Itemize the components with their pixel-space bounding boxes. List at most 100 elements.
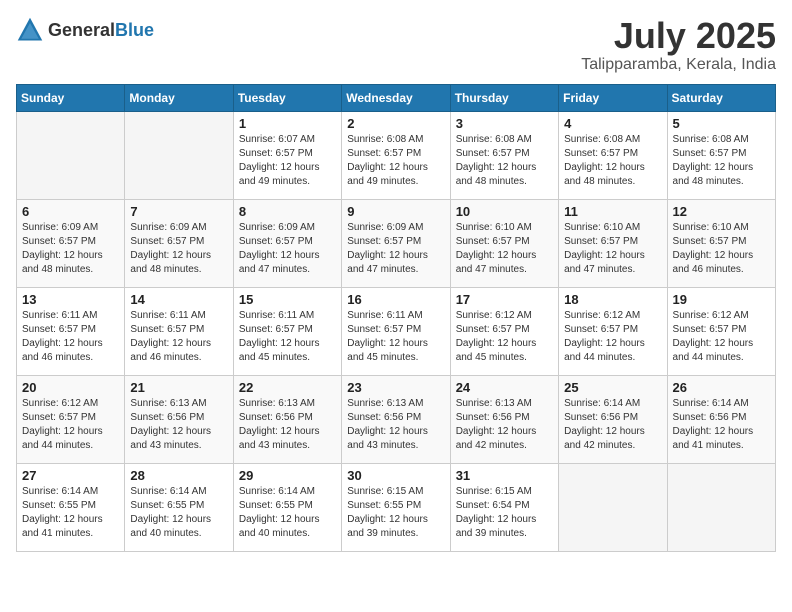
calendar-cell: 8 Sunrise: 6:09 AM Sunset: 6:57 PM Daylig…	[233, 199, 341, 287]
calendar-cell: 29Sunrise: 6:14 AM Sunset: 6:55 PM Dayli…	[233, 463, 341, 551]
calendar-week-row: 27 Sunrise: 6:14 AM Sunset: 6:55 PM Dayli…	[17, 463, 776, 551]
calendar-cell: 15Sunrise: 6:11 AM Sunset: 6:57 PM Dayli…	[233, 287, 341, 375]
day-number: 13	[22, 292, 119, 307]
cell-info: Sunrise: 6:13 AM Sunset: 6:56 PM Dayligh…	[347, 397, 444, 453]
calendar-week-row: 13 Sunrise: 6:11 AM Sunset: 6:57 PM Dayli…	[17, 287, 776, 375]
cell-info: Sunrise: 6:11 AM Sunset: 6:57 PM Dayligh…	[239, 309, 336, 365]
calendar-cell: 11 Sunrise: 6:10 AM Sunset: 6:57 PM Dayli…	[559, 199, 667, 287]
day-number: 30	[347, 468, 444, 483]
calendar-cell: 10 Sunrise: 6:10 AM Sunset: 6:57 PM Dayli…	[450, 199, 558, 287]
calendar-cell: 24 Sunrise: 6:13 AM Sunset: 6:56 PM Dayli…	[450, 375, 558, 463]
cell-info: Sunrise: 6:08 AM Sunset: 6:57 PM Dayligh…	[564, 133, 661, 189]
calendar-table: SundayMondayTuesdayWednesdayThursdayFrid…	[16, 84, 776, 552]
cell-info: Sunrise: 6:10 AM Sunset: 6:57 PM Dayligh…	[456, 221, 553, 277]
calendar-cell: 4 Sunrise: 6:08 AM Sunset: 6:57 PM Daylig…	[559, 111, 667, 199]
cell-info: Sunrise: 6:10 AM Sunset: 6:57 PM Dayligh…	[564, 221, 661, 277]
day-number: 10	[456, 204, 553, 219]
cell-info: Sunrise: 6:11 AM Sunset: 6:57 PM Dayligh…	[130, 309, 227, 365]
cell-info: Sunrise: 6:07 AM Sunset: 6:57 PM Dayligh…	[239, 133, 336, 189]
calendar-header: SundayMondayTuesdayWednesdayThursdayFrid…	[17, 84, 776, 111]
cell-info: Sunrise: 6:08 AM Sunset: 6:57 PM Dayligh…	[347, 133, 444, 189]
cell-info: Sunrise: 6:14 AM Sunset: 6:55 PM Dayligh…	[22, 485, 119, 541]
day-number: 2	[347, 116, 444, 131]
day-number: 8	[239, 204, 336, 219]
day-number: 9	[347, 204, 444, 219]
calendar-cell: 30Sunrise: 6:15 AM Sunset: 6:55 PM Dayli…	[342, 463, 450, 551]
day-number: 1	[239, 116, 336, 131]
calendar-cell: 16 Sunrise: 6:11 AM Sunset: 6:57 PM Dayli…	[342, 287, 450, 375]
calendar-cell: 14Sunrise: 6:11 AM Sunset: 6:57 PM Dayli…	[125, 287, 233, 375]
day-number: 16	[347, 292, 444, 307]
calendar-cell: 23 Sunrise: 6:13 AM Sunset: 6:56 PM Dayli…	[342, 375, 450, 463]
cell-info: Sunrise: 6:09 AM Sunset: 6:57 PM Dayligh…	[347, 221, 444, 277]
calendar-week-row: 6 Sunrise: 6:09 AM Sunset: 6:57 PM Daylig…	[17, 199, 776, 287]
cell-info: Sunrise: 6:13 AM Sunset: 6:56 PM Dayligh…	[130, 397, 227, 453]
header-row: SundayMondayTuesdayWednesdayThursdayFrid…	[17, 84, 776, 111]
month-year: July 2025	[581, 16, 776, 56]
header-day: Tuesday	[233, 84, 341, 111]
day-number: 20	[22, 380, 119, 395]
logo: GeneralBlue	[16, 16, 154, 44]
day-number: 31	[456, 468, 553, 483]
cell-info: Sunrise: 6:09 AM Sunset: 6:57 PM Dayligh…	[239, 221, 336, 277]
calendar-cell: 26Sunrise: 6:14 AM Sunset: 6:56 PM Dayli…	[667, 375, 775, 463]
calendar-cell: 18 Sunrise: 6:12 AM Sunset: 6:57 PM Dayli…	[559, 287, 667, 375]
calendar-cell: 3 Sunrise: 6:08 AM Sunset: 6:57 PM Daylig…	[450, 111, 558, 199]
calendar-cell: 28Sunrise: 6:14 AM Sunset: 6:55 PM Dayli…	[125, 463, 233, 551]
day-number: 29	[239, 468, 336, 483]
calendar-cell	[125, 111, 233, 199]
day-number: 22	[239, 380, 336, 395]
cell-info: Sunrise: 6:12 AM Sunset: 6:57 PM Dayligh…	[564, 309, 661, 365]
calendar-body: 1 Sunrise: 6:07 AM Sunset: 6:57 PM Daylig…	[17, 111, 776, 551]
day-number: 24	[456, 380, 553, 395]
header-day: Sunday	[17, 84, 125, 111]
day-number: 11	[564, 204, 661, 219]
calendar-cell: 12Sunrise: 6:10 AM Sunset: 6:57 PM Dayli…	[667, 199, 775, 287]
cell-info: Sunrise: 6:08 AM Sunset: 6:57 PM Dayligh…	[673, 133, 770, 189]
location: Talipparamba, Kerala, India	[581, 56, 776, 74]
page-header: GeneralBlue July 2025 Talipparamba, Kera…	[16, 16, 776, 74]
day-number: 5	[673, 116, 770, 131]
cell-info: Sunrise: 6:09 AM Sunset: 6:57 PM Dayligh…	[130, 221, 227, 277]
title-block: July 2025 Talipparamba, Kerala, India	[581, 16, 776, 74]
day-number: 28	[130, 468, 227, 483]
header-day: Monday	[125, 84, 233, 111]
calendar-cell: 1 Sunrise: 6:07 AM Sunset: 6:57 PM Daylig…	[233, 111, 341, 199]
calendar-cell	[17, 111, 125, 199]
calendar-week-row: 20 Sunrise: 6:12 AM Sunset: 6:57 PM Dayli…	[17, 375, 776, 463]
cell-info: Sunrise: 6:12 AM Sunset: 6:57 PM Dayligh…	[22, 397, 119, 453]
calendar-cell: 17 Sunrise: 6:12 AM Sunset: 6:57 PM Dayli…	[450, 287, 558, 375]
calendar-cell: 6Sunrise: 6:09 AM Sunset: 6:57 PM Daylig…	[17, 199, 125, 287]
day-number: 3	[456, 116, 553, 131]
cell-info: Sunrise: 6:10 AM Sunset: 6:57 PM Dayligh…	[673, 221, 770, 277]
calendar-cell: 25Sunrise: 6:14 AM Sunset: 6:56 PM Dayli…	[559, 375, 667, 463]
header-day: Saturday	[667, 84, 775, 111]
calendar-cell: 5 Sunrise: 6:08 AM Sunset: 6:57 PM Daylig…	[667, 111, 775, 199]
cell-info: Sunrise: 6:12 AM Sunset: 6:57 PM Dayligh…	[673, 309, 770, 365]
calendar-cell: 13Sunrise: 6:11 AM Sunset: 6:57 PM Dayli…	[17, 287, 125, 375]
cell-info: Sunrise: 6:13 AM Sunset: 6:56 PM Dayligh…	[456, 397, 553, 453]
cell-info: Sunrise: 6:12 AM Sunset: 6:57 PM Dayligh…	[456, 309, 553, 365]
cell-info: Sunrise: 6:14 AM Sunset: 6:56 PM Dayligh…	[673, 397, 770, 453]
header-day: Wednesday	[342, 84, 450, 111]
day-number: 4	[564, 116, 661, 131]
day-number: 27	[22, 468, 119, 483]
logo-icon	[16, 16, 44, 44]
header-day: Friday	[559, 84, 667, 111]
calendar-cell: 31 Sunrise: 6:15 AM Sunset: 6:54 PM Dayli…	[450, 463, 558, 551]
cell-info: Sunrise: 6:13 AM Sunset: 6:56 PM Dayligh…	[239, 397, 336, 453]
day-number: 17	[456, 292, 553, 307]
day-number: 21	[130, 380, 227, 395]
cell-info: Sunrise: 6:15 AM Sunset: 6:54 PM Dayligh…	[456, 485, 553, 541]
day-number: 19	[673, 292, 770, 307]
day-number: 23	[347, 380, 444, 395]
day-number: 25	[564, 380, 661, 395]
day-number: 18	[564, 292, 661, 307]
calendar-cell: 2 Sunrise: 6:08 AM Sunset: 6:57 PM Daylig…	[342, 111, 450, 199]
cell-info: Sunrise: 6:08 AM Sunset: 6:57 PM Dayligh…	[456, 133, 553, 189]
calendar-cell: 21 Sunrise: 6:13 AM Sunset: 6:56 PM Dayli…	[125, 375, 233, 463]
cell-info: Sunrise: 6:11 AM Sunset: 6:57 PM Dayligh…	[347, 309, 444, 365]
logo-text-blue: Blue	[115, 20, 154, 40]
day-number: 6	[22, 204, 119, 219]
calendar-cell: 27 Sunrise: 6:14 AM Sunset: 6:55 PM Dayli…	[17, 463, 125, 551]
